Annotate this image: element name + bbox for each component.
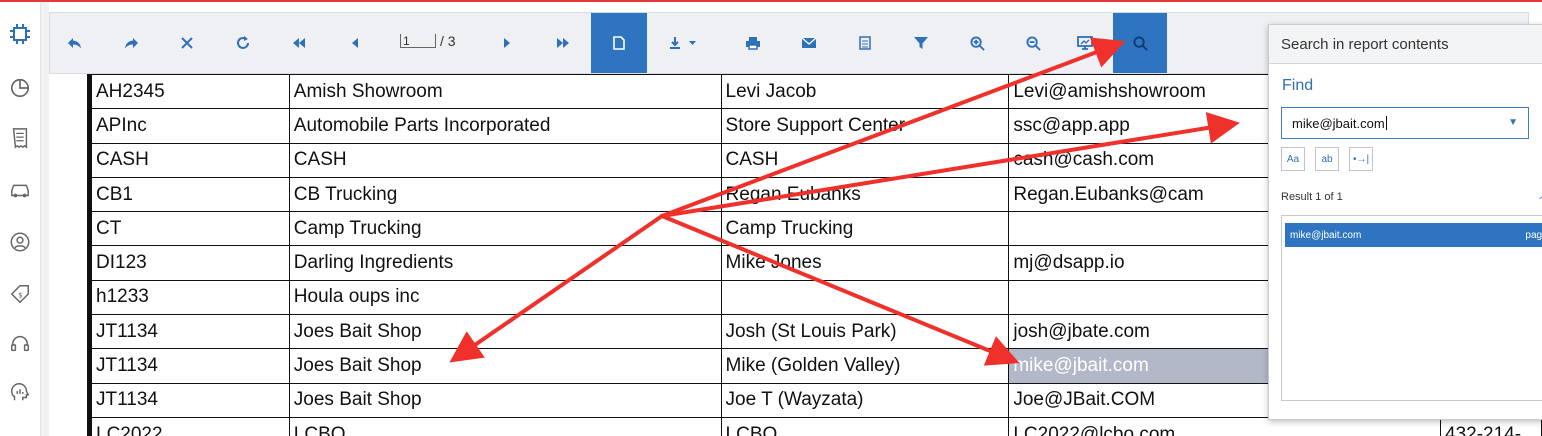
app-sidebar: $ bbox=[0, 2, 41, 436]
page-total-label: / 3 bbox=[440, 33, 456, 49]
table-cell: DI123 bbox=[91, 245, 290, 281]
table-cell: APInc bbox=[91, 108, 290, 144]
undo-icon[interactable] bbox=[50, 13, 100, 73]
table-cell: CASH bbox=[720, 142, 1010, 178]
next-page-icon[interactable] bbox=[482, 13, 532, 73]
table-cell: Mike Jones bbox=[720, 245, 1010, 281]
table-row: LC2022 LCBO LCBO LC2022@lcbo.com 432-214- bbox=[91, 416, 1542, 436]
table-cell: JT1134 bbox=[91, 348, 290, 384]
last-page-icon[interactable] bbox=[538, 13, 588, 73]
table-cell: Joes Bait Shop bbox=[288, 382, 722, 418]
refresh-icon[interactable] bbox=[218, 13, 268, 73]
result-page: page 1 bbox=[1525, 229, 1542, 241]
table-cell: LCBO bbox=[288, 416, 722, 436]
table-cell: Josh (St Louis Park) bbox=[720, 314, 1010, 350]
user-icon[interactable] bbox=[6, 228, 34, 256]
table-cell: Joes Bait Shop bbox=[288, 348, 722, 384]
stop-icon[interactable] bbox=[162, 13, 212, 73]
first-page-icon[interactable] bbox=[274, 13, 324, 73]
previous-page-icon[interactable] bbox=[330, 13, 380, 73]
zoom-out-icon[interactable] bbox=[1008, 13, 1058, 73]
invoice-icon[interactable] bbox=[6, 124, 34, 152]
result-text: mike@jbait.com bbox=[1290, 229, 1362, 241]
table-cell: CT bbox=[91, 211, 290, 247]
chip-icon[interactable] bbox=[6, 20, 34, 48]
table-cell: Regan Eubanks bbox=[720, 176, 1010, 213]
table-cell: JT1134 bbox=[91, 314, 290, 350]
table-cell: CB1 bbox=[91, 176, 290, 213]
table-cell: LC2022@lcbo.com bbox=[1008, 416, 1441, 436]
filter-icon[interactable] bbox=[896, 13, 946, 73]
email-icon[interactable] bbox=[784, 13, 834, 73]
page-number-input[interactable]: 1 bbox=[400, 34, 436, 48]
table-cell: CB Trucking bbox=[288, 176, 722, 213]
page-setup-icon[interactable] bbox=[591, 13, 647, 73]
search-icon[interactable] bbox=[1113, 13, 1167, 73]
table-cell: 432-214- bbox=[1440, 416, 1542, 436]
table-cell: LC2022 bbox=[91, 416, 290, 436]
chevron-down-icon[interactable]: ▼ bbox=[1508, 117, 1518, 128]
table-cell: Joes Bait Shop bbox=[288, 314, 722, 350]
find-label: Find bbox=[1282, 77, 1314, 94]
print-icon[interactable] bbox=[728, 13, 778, 73]
report-viewer: 1 / 3 AH2345 Amish Showroom Levi Jacob L… bbox=[49, 2, 1542, 436]
redo-icon[interactable] bbox=[106, 13, 156, 73]
document-map-icon[interactable] bbox=[840, 13, 890, 73]
search-result-item[interactable]: mike@jbait.com page 1 bbox=[1285, 223, 1542, 247]
table-cell: Darling Ingredients bbox=[288, 245, 722, 281]
page-navigator: 1 / 3 bbox=[400, 33, 456, 49]
match-case-button[interactable]: Aa bbox=[1281, 147, 1305, 171]
table-cell: Levi Jacob bbox=[720, 74, 1010, 110]
car-icon[interactable] bbox=[6, 176, 34, 204]
pie-chart-icon[interactable] bbox=[6, 74, 34, 102]
table-cell: Camp Trucking bbox=[720, 211, 1010, 247]
table-cell: Automobile Parts Incorporated bbox=[288, 108, 722, 144]
table-cell: Camp Trucking bbox=[288, 211, 722, 247]
search-panel: Search in report contents × Find mike@jb… bbox=[1268, 24, 1542, 420]
table-cell: CASH bbox=[91, 142, 290, 178]
text-cursor bbox=[1385, 116, 1387, 130]
whole-word-button[interactable]: ab bbox=[1315, 147, 1339, 171]
headset-icon[interactable] bbox=[6, 330, 34, 358]
panel-gutter bbox=[41, 2, 49, 436]
table-cell: Joe T (Wayzata) bbox=[720, 382, 1010, 418]
table-cell: JT1134 bbox=[91, 382, 290, 418]
table-cell: AH2345 bbox=[91, 74, 290, 110]
table-cell bbox=[720, 279, 1010, 316]
table-cell: Houla oups inc bbox=[288, 279, 722, 316]
table-cell: Amish Showroom bbox=[288, 74, 722, 110]
search-panel-title: Search in report contents bbox=[1281, 36, 1449, 53]
search-results-list: mike@jbait.com page 1 bbox=[1281, 215, 1542, 401]
table-cell: CASH bbox=[288, 142, 722, 178]
table-cell: Store Support Center bbox=[720, 108, 1010, 144]
search-input[interactable]: mike@jbait.com ▼ bbox=[1281, 107, 1529, 139]
export-icon[interactable] bbox=[648, 13, 718, 73]
svg-text:$: $ bbox=[18, 291, 23, 300]
analytics-head-icon[interactable] bbox=[6, 378, 34, 406]
table-cell: h1233 bbox=[91, 279, 290, 316]
search-panel-header: Search in report contents × bbox=[1269, 25, 1542, 64]
price-tag-icon[interactable]: $ bbox=[6, 280, 34, 308]
regex-button[interactable]: •→| bbox=[1349, 147, 1373, 171]
zoom-in-icon[interactable] bbox=[952, 13, 1002, 73]
table-cell: LCBO bbox=[720, 416, 1010, 436]
table-cell: Mike (Golden Valley) bbox=[720, 348, 1010, 384]
result-count: Result 1 of 1 bbox=[1281, 191, 1343, 203]
screen-icon[interactable] bbox=[1060, 13, 1110, 73]
search-query: mike@jbait.com bbox=[1292, 115, 1385, 131]
